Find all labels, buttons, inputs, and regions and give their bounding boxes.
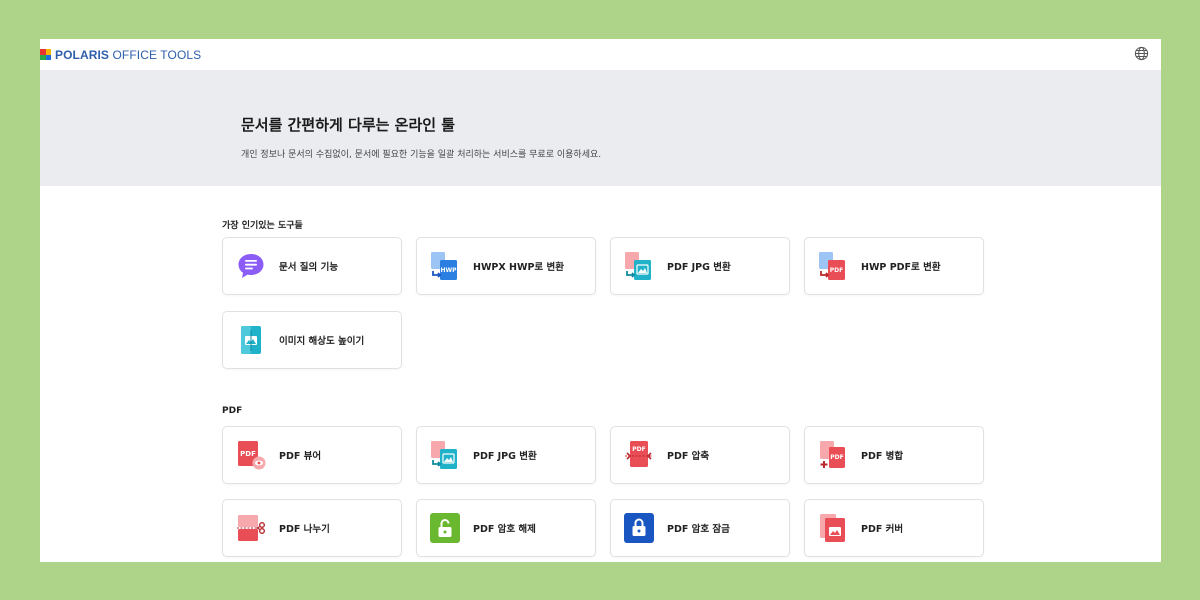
globe-icon[interactable]: [1132, 44, 1150, 62]
svg-text:PDF: PDF: [830, 267, 843, 274]
pdf-to-jpg-icon: [429, 439, 461, 471]
app-window: POLARIS OFFICE TOOLS 문서를 간편하게 다루는 온라인 툴 …: [40, 39, 1161, 562]
tool-label: 문서 질의 기능: [279, 262, 339, 273]
tool-card-document-query[interactable]: 문서 질의 기능: [222, 237, 402, 295]
top-bar: POLARIS OFFICE TOOLS: [40, 39, 1161, 70]
tool-card-pdf-unlock[interactable]: PDF 암호 해제: [416, 499, 596, 557]
tool-label: PDF 나누기: [279, 524, 330, 535]
tool-label: PDF JPG 변환: [667, 262, 731, 273]
chat-bubble-icon: [235, 250, 267, 282]
tool-label: PDF JPG 변환: [473, 451, 537, 462]
image-upscale-icon: [235, 324, 267, 356]
tool-card-pdf-compress[interactable]: PDF PDF 압축: [610, 426, 790, 484]
tool-label: HWP PDF로 변환: [861, 262, 941, 273]
tool-card-pdf-split[interactable]: PDF 나누기: [222, 499, 402, 557]
tool-card-pdf-merge[interactable]: PDF PDF 병합: [804, 426, 984, 484]
unlock-icon: [429, 512, 461, 544]
page-subtitle: 개인 정보나 문서의 수집없이, 문서에 필요한 기능을 일괄 처리하는 서비스…: [241, 150, 602, 160]
svg-text:PDF: PDF: [830, 454, 843, 461]
pdf-cover-icon: [817, 512, 849, 544]
tool-card-pdf-lock[interactable]: PDF 암호 잠금: [610, 499, 790, 557]
tool-card-pdf-to-jpg[interactable]: PDF JPG 변환: [610, 237, 790, 295]
tool-card-hwpx-to-hwp[interactable]: HWP HWPX HWP로 변환: [416, 237, 596, 295]
svg-text:HWP: HWP: [440, 267, 457, 274]
pdf-merge-icon: PDF: [817, 439, 849, 471]
tool-label: PDF 뷰어: [279, 451, 322, 462]
lock-icon: [623, 512, 655, 544]
pdf-to-jpg-icon: [623, 250, 655, 282]
tool-card-pdf-viewer[interactable]: PDF PDF 뷰어: [222, 426, 402, 484]
section-title-popular: 가장 인기있는 도구들: [222, 221, 303, 231]
tool-card-pdf-cover[interactable]: PDF 커버: [804, 499, 984, 557]
tool-label: PDF 커버: [861, 524, 904, 535]
tool-label: PDF 암호 해제: [473, 524, 536, 535]
tool-label: HWPX HWP로 변환: [473, 262, 564, 273]
pdf-split-icon: [235, 512, 267, 544]
svg-text:PDF: PDF: [240, 450, 256, 458]
pdf-compress-icon: PDF: [623, 439, 655, 471]
hero-banner: 문서를 간편하게 다루는 온라인 툴 개인 정보나 문서의 수집없이, 문서에 …: [40, 70, 1161, 186]
tool-label: PDF 암호 잠금: [667, 524, 730, 535]
section-title-pdf: PDF: [222, 406, 243, 416]
tool-card-hwp-to-pdf[interactable]: PDF HWP PDF로 변환: [804, 237, 984, 295]
pdf-viewer-icon: PDF: [235, 439, 267, 471]
hwp-to-pdf-icon: PDF: [817, 250, 849, 282]
polaris-logo[interactable]: POLARIS OFFICE TOOLS: [40, 39, 201, 70]
page-title: 문서를 간편하게 다루는 온라인 툴: [241, 116, 456, 134]
svg-text:PDF: PDF: [632, 446, 645, 453]
tool-label: 이미지 해상도 높이기: [279, 336, 365, 347]
hwpx-to-hwp-icon: HWP: [429, 250, 461, 282]
logo-mark-icon: [40, 49, 51, 60]
tool-label: PDF 압축: [667, 451, 710, 462]
tool-card-image-upscale[interactable]: 이미지 해상도 높이기: [222, 311, 402, 369]
tool-card-pdf-to-jpg-2[interactable]: PDF JPG 변환: [416, 426, 596, 484]
logo-text: POLARIS OFFICE TOOLS: [55, 47, 202, 62]
tool-label: PDF 병합: [861, 451, 904, 462]
